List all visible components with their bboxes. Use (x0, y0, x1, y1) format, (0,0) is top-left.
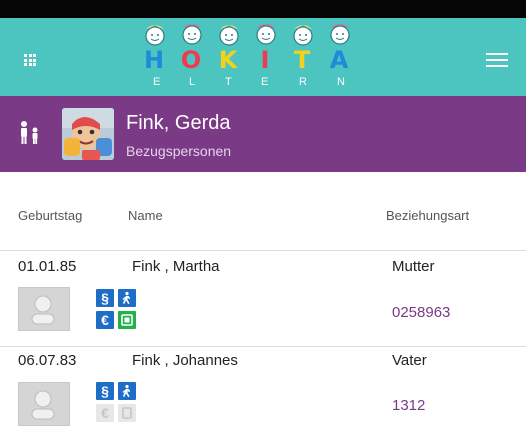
app-header: H O K I T A E L T E R N (0, 18, 526, 96)
logo-letter-2: O (180, 46, 202, 74)
phone-number-link[interactable]: 0258963 (392, 304, 450, 321)
table-divider (0, 250, 526, 251)
avatar[interactable] (62, 108, 114, 160)
column-header-birthday[interactable]: Geburtstag (18, 208, 82, 223)
avatar-image (62, 108, 114, 160)
logo-letters: H O K I T A (135, 46, 375, 76)
name-cell[interactable]: Fink , Johannes (132, 352, 238, 369)
profile-header: Fink, Gerda Bezugspersonen (0, 96, 526, 172)
logo-letter-5: T (293, 46, 311, 74)
hamburger-menu-icon[interactable] (486, 53, 508, 67)
family-icon (21, 121, 38, 144)
column-header-relation[interactable]: Beziehungsart (386, 208, 469, 223)
phone-number-link[interactable]: 1312 (392, 397, 425, 414)
logo-letter-4: I (260, 46, 270, 74)
paragraph-icon[interactable]: § (96, 289, 114, 307)
person-placeholder-icon (31, 295, 55, 325)
logo-letter-3: K (218, 46, 238, 74)
phone-card-icon[interactable] (118, 311, 136, 329)
phone-card-glyph (121, 314, 133, 326)
phone-card-glyph-disabled (122, 407, 132, 419)
walking-person-glyph (122, 291, 131, 305)
person-thumbnail[interactable] (18, 287, 70, 331)
birthday-cell: 01.01.85 (18, 258, 77, 275)
euro-icon-disabled: € (96, 404, 114, 422)
birthday-cell: 06.07.83 (18, 352, 77, 369)
logo-sub-letter-5: R (299, 76, 308, 88)
table-divider (0, 346, 526, 347)
logo-subtitle: E L T E R N (135, 76, 375, 92)
euro-icon[interactable]: € (96, 311, 114, 329)
apps-grid-icon[interactable] (24, 54, 36, 66)
paragraph-icon[interactable]: § (96, 382, 114, 400)
relation-cell: Vater (392, 352, 427, 369)
status-bar (0, 0, 526, 18)
walking-person-glyph (122, 384, 131, 398)
logo-sub-letter-6: N (337, 76, 346, 88)
person-thumbnail[interactable] (18, 382, 70, 426)
walking-person-icon[interactable] (118, 382, 136, 400)
logo-sub-letter-4: E (261, 76, 270, 88)
column-header-name[interactable]: Name (128, 208, 163, 223)
logo-sub-letter-1: E (153, 76, 162, 88)
logo-letter-6: A (329, 46, 349, 74)
relation-cell: Mutter (392, 258, 435, 275)
phone-card-icon-disabled (118, 404, 136, 422)
profile-subtitle: Bezugspersonen (126, 143, 232, 159)
hokita-logo: H O K I T A E L T E R N (135, 18, 375, 96)
name-cell[interactable]: Fink , Martha (132, 258, 220, 275)
logo-sub-letter-2: L (189, 76, 197, 88)
walking-person-icon[interactable] (118, 289, 136, 307)
profile-name: Fink, Gerda (126, 112, 231, 134)
person-placeholder-icon (31, 390, 55, 420)
logo-sub-letter-3: T (225, 76, 233, 88)
logo-letter-1: H (143, 46, 165, 74)
